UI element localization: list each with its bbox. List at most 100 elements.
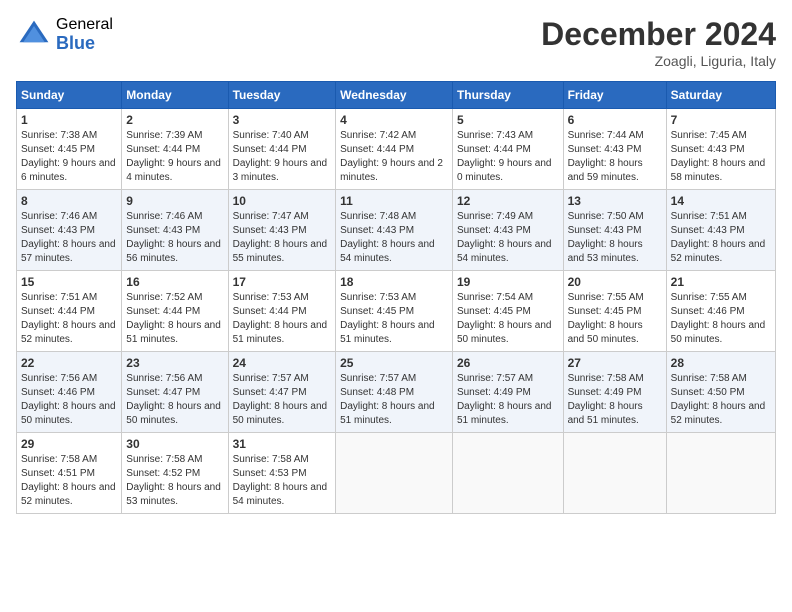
day-info: Sunrise: 7:58 AM Sunset: 4:50 PM Dayligh… (671, 372, 771, 428)
day-info: Sunrise: 7:57 AM Sunset: 4:49 PM Dayligh… (457, 372, 559, 428)
day-info: Sunrise: 7:57 AM Sunset: 4:48 PM Dayligh… (340, 372, 448, 428)
day-number: 24 (233, 356, 332, 370)
day-number: 26 (457, 356, 559, 370)
calendar-cell: 1 Sunrise: 7:38 AM Sunset: 4:45 PM Dayli… (17, 109, 122, 190)
calendar-cell: 18 Sunrise: 7:53 AM Sunset: 4:45 PM Dayl… (336, 271, 453, 352)
day-number: 29 (21, 437, 117, 451)
day-number: 27 (568, 356, 662, 370)
day-info: Sunrise: 7:47 AM Sunset: 4:43 PM Dayligh… (233, 210, 332, 266)
day-number: 19 (457, 275, 559, 289)
day-number: 13 (568, 194, 662, 208)
calendar-cell: 10 Sunrise: 7:47 AM Sunset: 4:43 PM Dayl… (228, 190, 336, 271)
day-info: Sunrise: 7:58 AM Sunset: 4:52 PM Dayligh… (126, 453, 223, 509)
header-day: Monday (122, 82, 228, 109)
calendar-cell: 12 Sunrise: 7:49 AM Sunset: 4:43 PM Dayl… (452, 190, 563, 271)
header-day: Tuesday (228, 82, 336, 109)
logo-text: General Blue (56, 16, 113, 53)
day-number: 7 (671, 113, 771, 127)
day-number: 18 (340, 275, 448, 289)
month-title: December 2024 (541, 16, 776, 53)
day-info: Sunrise: 7:46 AM Sunset: 4:43 PM Dayligh… (126, 210, 223, 266)
day-number: 21 (671, 275, 771, 289)
calendar-cell: 24 Sunrise: 7:57 AM Sunset: 4:47 PM Dayl… (228, 352, 336, 433)
logo-blue: Blue (56, 34, 113, 54)
day-number: 5 (457, 113, 559, 127)
day-number: 4 (340, 113, 448, 127)
day-info: Sunrise: 7:56 AM Sunset: 4:46 PM Dayligh… (21, 372, 117, 428)
calendar-cell: 4 Sunrise: 7:42 AM Sunset: 4:44 PM Dayli… (336, 109, 453, 190)
day-info: Sunrise: 7:48 AM Sunset: 4:43 PM Dayligh… (340, 210, 448, 266)
day-number: 1 (21, 113, 117, 127)
day-number: 14 (671, 194, 771, 208)
calendar-cell: 23 Sunrise: 7:56 AM Sunset: 4:47 PM Dayl… (122, 352, 228, 433)
day-info: Sunrise: 7:38 AM Sunset: 4:45 PM Dayligh… (21, 129, 117, 185)
day-number: 28 (671, 356, 771, 370)
day-info: Sunrise: 7:51 AM Sunset: 4:44 PM Dayligh… (21, 291, 117, 347)
day-info: Sunrise: 7:44 AM Sunset: 4:43 PM Dayligh… (568, 129, 662, 185)
calendar-cell: 17 Sunrise: 7:53 AM Sunset: 4:44 PM Dayl… (228, 271, 336, 352)
day-number: 2 (126, 113, 223, 127)
day-number: 16 (126, 275, 223, 289)
calendar-table: SundayMondayTuesdayWednesdayThursdayFrid… (16, 81, 776, 514)
day-number: 3 (233, 113, 332, 127)
day-info: Sunrise: 7:53 AM Sunset: 4:44 PM Dayligh… (233, 291, 332, 347)
header-day: Wednesday (336, 82, 453, 109)
day-info: Sunrise: 7:43 AM Sunset: 4:44 PM Dayligh… (457, 129, 559, 185)
day-info: Sunrise: 7:50 AM Sunset: 4:43 PM Dayligh… (568, 210, 662, 266)
calendar-cell: 30 Sunrise: 7:58 AM Sunset: 4:52 PM Dayl… (122, 433, 228, 514)
header-day: Thursday (452, 82, 563, 109)
header-day: Saturday (666, 82, 775, 109)
day-number: 17 (233, 275, 332, 289)
day-info: Sunrise: 7:53 AM Sunset: 4:45 PM Dayligh… (340, 291, 448, 347)
day-info: Sunrise: 7:42 AM Sunset: 4:44 PM Dayligh… (340, 129, 448, 185)
calendar-cell (666, 433, 775, 514)
title-block: December 2024 Zoagli, Liguria, Italy (541, 16, 776, 69)
calendar-cell: 9 Sunrise: 7:46 AM Sunset: 4:43 PM Dayli… (122, 190, 228, 271)
calendar-cell: 19 Sunrise: 7:54 AM Sunset: 4:45 PM Dayl… (452, 271, 563, 352)
calendar-cell: 20 Sunrise: 7:55 AM Sunset: 4:45 PM Dayl… (563, 271, 666, 352)
location: Zoagli, Liguria, Italy (541, 53, 776, 69)
calendar-cell: 3 Sunrise: 7:40 AM Sunset: 4:44 PM Dayli… (228, 109, 336, 190)
calendar-week-row: 29 Sunrise: 7:58 AM Sunset: 4:51 PM Dayl… (17, 433, 776, 514)
calendar-cell: 11 Sunrise: 7:48 AM Sunset: 4:43 PM Dayl… (336, 190, 453, 271)
calendar-cell: 13 Sunrise: 7:50 AM Sunset: 4:43 PM Dayl… (563, 190, 666, 271)
calendar-cell: 14 Sunrise: 7:51 AM Sunset: 4:43 PM Dayl… (666, 190, 775, 271)
day-number: 30 (126, 437, 223, 451)
day-info: Sunrise: 7:40 AM Sunset: 4:44 PM Dayligh… (233, 129, 332, 185)
calendar-cell: 26 Sunrise: 7:57 AM Sunset: 4:49 PM Dayl… (452, 352, 563, 433)
header-day: Sunday (17, 82, 122, 109)
calendar-cell: 2 Sunrise: 7:39 AM Sunset: 4:44 PM Dayli… (122, 109, 228, 190)
day-info: Sunrise: 7:55 AM Sunset: 4:45 PM Dayligh… (568, 291, 662, 347)
calendar-cell (452, 433, 563, 514)
day-number: 25 (340, 356, 448, 370)
day-number: 31 (233, 437, 332, 451)
logo-icon (16, 17, 52, 53)
calendar-week-row: 15 Sunrise: 7:51 AM Sunset: 4:44 PM Dayl… (17, 271, 776, 352)
calendar-cell: 27 Sunrise: 7:58 AM Sunset: 4:49 PM Dayl… (563, 352, 666, 433)
day-info: Sunrise: 7:56 AM Sunset: 4:47 PM Dayligh… (126, 372, 223, 428)
day-info: Sunrise: 7:57 AM Sunset: 4:47 PM Dayligh… (233, 372, 332, 428)
day-number: 15 (21, 275, 117, 289)
day-info: Sunrise: 7:58 AM Sunset: 4:51 PM Dayligh… (21, 453, 117, 509)
calendar-week-row: 22 Sunrise: 7:56 AM Sunset: 4:46 PM Dayl… (17, 352, 776, 433)
calendar-week-row: 8 Sunrise: 7:46 AM Sunset: 4:43 PM Dayli… (17, 190, 776, 271)
calendar-cell: 21 Sunrise: 7:55 AM Sunset: 4:46 PM Dayl… (666, 271, 775, 352)
calendar-week-row: 1 Sunrise: 7:38 AM Sunset: 4:45 PM Dayli… (17, 109, 776, 190)
day-number: 10 (233, 194, 332, 208)
day-info: Sunrise: 7:58 AM Sunset: 4:53 PM Dayligh… (233, 453, 332, 509)
day-info: Sunrise: 7:39 AM Sunset: 4:44 PM Dayligh… (126, 129, 223, 185)
calendar-cell: 28 Sunrise: 7:58 AM Sunset: 4:50 PM Dayl… (666, 352, 775, 433)
calendar-cell: 25 Sunrise: 7:57 AM Sunset: 4:48 PM Dayl… (336, 352, 453, 433)
logo-general: General (56, 16, 113, 34)
day-number: 12 (457, 194, 559, 208)
day-number: 23 (126, 356, 223, 370)
day-number: 6 (568, 113, 662, 127)
day-info: Sunrise: 7:51 AM Sunset: 4:43 PM Dayligh… (671, 210, 771, 266)
calendar-cell: 22 Sunrise: 7:56 AM Sunset: 4:46 PM Dayl… (17, 352, 122, 433)
day-info: Sunrise: 7:49 AM Sunset: 4:43 PM Dayligh… (457, 210, 559, 266)
logo: General Blue (16, 16, 113, 53)
calendar-cell: 8 Sunrise: 7:46 AM Sunset: 4:43 PM Dayli… (17, 190, 122, 271)
calendar-cell: 31 Sunrise: 7:58 AM Sunset: 4:53 PM Dayl… (228, 433, 336, 514)
page-header: General Blue December 2024 Zoagli, Ligur… (16, 16, 776, 69)
calendar-cell: 5 Sunrise: 7:43 AM Sunset: 4:44 PM Dayli… (452, 109, 563, 190)
